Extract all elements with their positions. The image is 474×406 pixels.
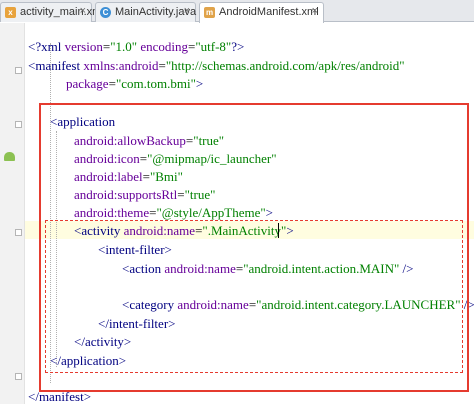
fold-marker-icon[interactable]: [15, 67, 22, 74]
code-line-2: <manifest xmlns:android="http://schemas.…: [28, 58, 405, 73]
fold-marker-icon[interactable]: [15, 121, 22, 128]
editor-gutter: [0, 23, 25, 404]
manifest-file-icon: m: [204, 7, 215, 18]
tab-label: activity_main.xml: [20, 6, 104, 18]
code-line-3: package="com.tom.bmi">: [66, 76, 204, 91]
code-line-1: <?xml version="1.0" encoding="utf-8"?>: [28, 39, 245, 54]
fold-marker-icon[interactable]: [15, 373, 22, 380]
tab-activity-main-xml[interactable]: x activity_main.xml ×: [0, 2, 104, 22]
close-icon[interactable]: ×: [80, 5, 86, 17]
fold-marker-icon[interactable]: [15, 229, 22, 236]
code-editor[interactable]: <?xml version="1.0" encoding="utf-8"?> <…: [0, 23, 474, 404]
close-icon[interactable]: ×: [312, 5, 318, 17]
editor-tab-bar: x activity_main.xml × C MainActivity.jav…: [0, 0, 474, 23]
text-caret: [278, 223, 279, 238]
java-class-icon: C: [100, 7, 111, 18]
activity-highlight-box: [45, 220, 463, 373]
tab-androidmanifest-xml[interactable]: m AndroidManifest.xml ×: [199, 2, 324, 23]
tab-label: AndroidManifest.xml: [219, 6, 319, 18]
android-icon[interactable]: [4, 152, 15, 161]
tab-mainactivity-java[interactable]: C MainActivity.java ×: [95, 2, 196, 22]
xml-file-icon: x: [5, 7, 16, 18]
close-icon[interactable]: ×: [184, 5, 190, 17]
